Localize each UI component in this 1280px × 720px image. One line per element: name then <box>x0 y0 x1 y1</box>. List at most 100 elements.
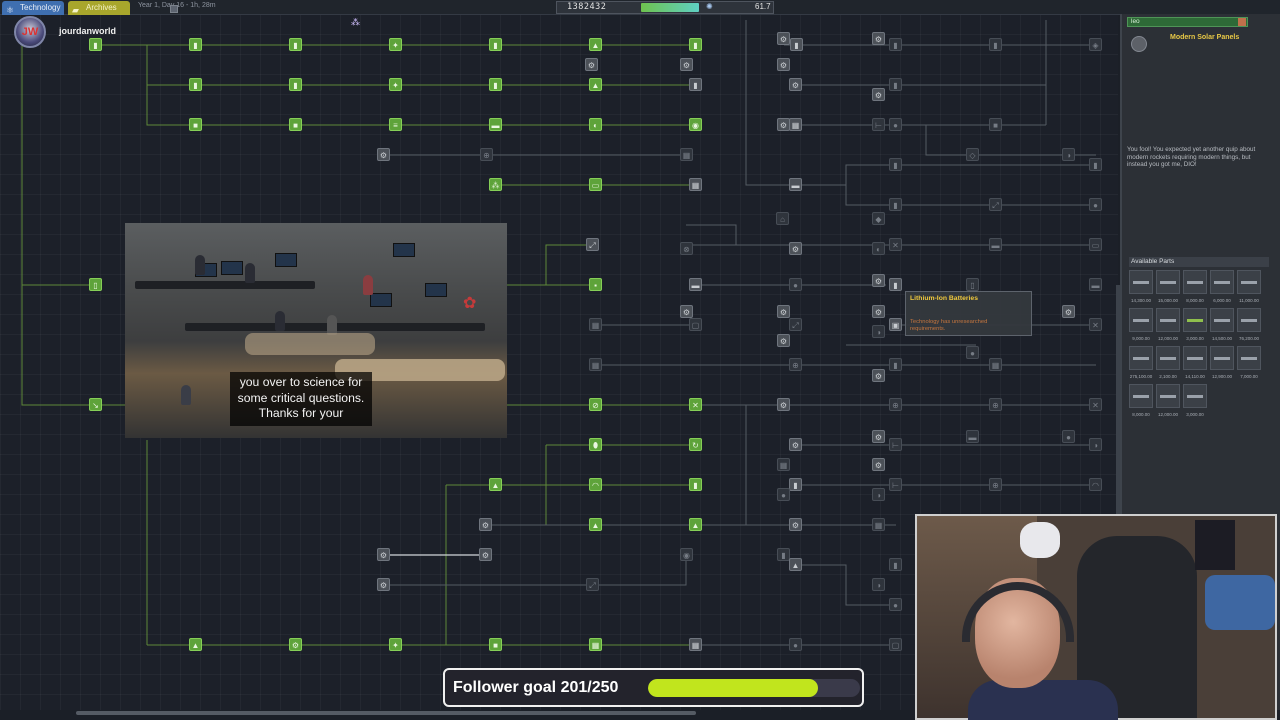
tech-node[interactable]: ▲ <box>589 518 602 531</box>
tech-node[interactable]: ⚙ <box>872 32 885 45</box>
tech-node[interactable]: ⤢ <box>586 578 599 591</box>
part-item[interactable] <box>1183 270 1207 294</box>
tech-node[interactable]: ◑ <box>872 578 885 591</box>
tech-node[interactable]: ▭ <box>1089 238 1102 251</box>
tech-node[interactable]: ◉ <box>680 548 693 561</box>
tech-node[interactable]: ▮ <box>289 78 302 91</box>
tech-node[interactable]: ⚙ <box>789 242 802 255</box>
tech-node[interactable]: ▦ <box>989 358 1002 371</box>
part-item[interactable] <box>1156 308 1180 332</box>
tech-node[interactable]: ▦ <box>689 638 702 651</box>
tech-node[interactable]: ▮ <box>989 38 1002 51</box>
tech-node[interactable]: ▦ <box>777 458 790 471</box>
tech-node[interactable]: ▮ <box>889 558 902 571</box>
tech-node[interactable]: ▦ <box>689 178 702 191</box>
part-item[interactable] <box>1129 384 1153 408</box>
tech-node[interactable]: ⚙ <box>479 518 492 531</box>
tech-node[interactable]: ⊕ <box>889 398 902 411</box>
tech-node[interactable]: ⤢ <box>789 318 802 331</box>
tech-node[interactable]: ▲ <box>489 478 502 491</box>
tech-node[interactable]: ▲ <box>689 518 702 531</box>
part-item[interactable] <box>1210 308 1234 332</box>
tech-node[interactable]: ▦ <box>589 318 602 331</box>
tech-node[interactable]: ⚙ <box>680 58 693 71</box>
tech-node[interactable]: ▮ <box>889 38 902 51</box>
part-item[interactable] <box>1210 346 1234 370</box>
tech-node[interactable]: ⚙ <box>479 548 492 561</box>
tech-node[interactable]: ◐ <box>872 242 885 255</box>
tech-node[interactable]: ◇ <box>966 148 979 161</box>
tech-node[interactable]: ⚙ <box>789 78 802 91</box>
tech-node[interactable]: ◑ <box>1062 148 1075 161</box>
tech-node[interactable]: ⚙ <box>872 430 885 443</box>
tech-node[interactable]: ▮ <box>789 478 802 491</box>
tech-node[interactable]: ⚙ <box>1062 305 1075 318</box>
tech-node[interactable]: ⚙ <box>289 638 302 651</box>
tech-node[interactable]: ⚙ <box>680 305 693 318</box>
tech-node[interactable]: ▮ <box>89 38 102 51</box>
tech-node[interactable]: ⚙ <box>585 58 598 71</box>
tech-node[interactable]: ▬ <box>1089 278 1102 291</box>
tech-node[interactable]: ● <box>789 638 802 651</box>
tech-node[interactable]: ▲ <box>189 638 202 651</box>
tech-node[interactable]: ● <box>889 118 902 131</box>
part-item[interactable] <box>1237 346 1261 370</box>
tech-node[interactable]: ⤢ <box>989 198 1002 211</box>
tech-node[interactable]: ● <box>1062 430 1075 443</box>
tech-node[interactable]: ■ <box>289 118 302 131</box>
part-item[interactable] <box>1237 270 1261 294</box>
tech-node[interactable]: ▮ <box>489 78 502 91</box>
tech-node[interactable]: ⚙ <box>777 32 790 45</box>
tech-node[interactable]: ▮ <box>790 38 803 51</box>
tech-node[interactable]: ● <box>789 278 802 291</box>
tech-node[interactable]: ▦ <box>680 148 693 161</box>
tech-node[interactable]: ⤢ <box>586 238 599 251</box>
tech-node[interactable]: ↻ <box>689 438 702 451</box>
tech-node[interactable]: ▦ <box>789 118 802 131</box>
tech-node[interactable]: ✦ <box>389 78 402 91</box>
tech-node[interactable]: ⚙ <box>872 274 885 287</box>
tech-node[interactable]: ⚙ <box>377 148 390 161</box>
tech-node[interactable]: ◑ <box>872 488 885 501</box>
tech-node[interactable]: ◐ <box>589 118 602 131</box>
tech-node[interactable]: ⊘ <box>589 398 602 411</box>
part-item[interactable] <box>1156 270 1180 294</box>
horizontal-scrollbar[interactable] <box>76 711 696 715</box>
tech-node[interactable]: ■ <box>489 638 502 651</box>
part-item[interactable] <box>1183 346 1207 370</box>
tech-node[interactable]: ◠ <box>589 478 602 491</box>
tech-node[interactable]: ▬ <box>689 278 702 291</box>
tech-node[interactable]: ⚙ <box>872 88 885 101</box>
tech-node[interactable]: ⚙ <box>872 369 885 382</box>
part-item[interactable] <box>1237 308 1261 332</box>
tech-node[interactable]: ✕ <box>889 238 902 251</box>
tech-node[interactable]: ▢ <box>889 638 902 651</box>
tech-node[interactable]: ⚙ <box>789 438 802 451</box>
tech-node[interactable]: ▢ <box>689 318 702 331</box>
tech-node[interactable]: ⊢ <box>889 478 902 491</box>
tech-node[interactable]: ● <box>889 598 902 611</box>
tech-node[interactable]: ◑ <box>872 325 885 338</box>
tech-node[interactable]: ▮ <box>189 38 202 51</box>
tech-node[interactable]: ▲ <box>789 558 802 571</box>
tech-node[interactable]: ✦ <box>389 38 402 51</box>
tech-node[interactable]: ✕ <box>689 398 702 411</box>
part-item[interactable] <box>1210 270 1234 294</box>
tech-node[interactable]: ⚙ <box>777 58 790 71</box>
tech-node[interactable]: ▮ <box>689 38 702 51</box>
tech-node[interactable]: ▮ <box>489 38 502 51</box>
tech-node[interactable]: ⊢ <box>889 438 902 451</box>
tech-node[interactable]: ◈ <box>1089 38 1102 51</box>
tech-node[interactable]: ⁂ <box>489 178 502 191</box>
tech-node[interactable]: ▬ <box>966 430 979 443</box>
tech-node[interactable]: ◉ <box>689 118 702 131</box>
node-editor-icon[interactable]: ⁂ <box>351 17 360 28</box>
tech-node[interactable]: ▮ <box>689 78 702 91</box>
tech-node[interactable]: ✦ <box>389 638 402 651</box>
tech-node[interactable]: ▭ <box>589 178 602 191</box>
tech-node[interactable]: ▬ <box>489 118 502 131</box>
tech-node[interactable]: ◆ <box>872 212 885 225</box>
tech-node[interactable]: ▮ <box>889 158 902 171</box>
tech-node[interactable]: ⬮ <box>589 438 602 451</box>
tech-node[interactable]: ▲ <box>589 38 602 51</box>
